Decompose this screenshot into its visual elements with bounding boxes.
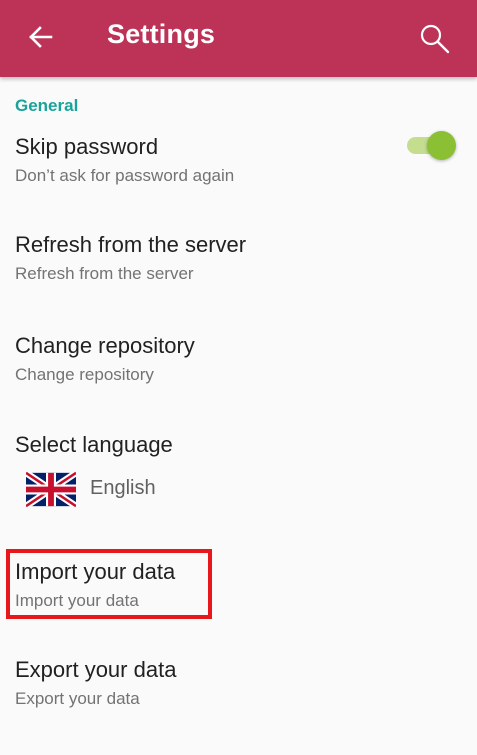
page-title: Settings [107, 19, 216, 49]
pref-export-data[interactable]: Export your data Export your data [0, 657, 477, 717]
pref-language-title: Select language [15, 432, 173, 457]
pref-import-data[interactable]: Import your data Import your data [0, 559, 477, 619]
pref-export-summary: Export your data [15, 689, 140, 708]
search-icon[interactable] [417, 22, 453, 56]
skip-password-toggle[interactable] [405, 130, 459, 160]
pref-change-repository[interactable]: Change repository Change repository [0, 333, 477, 393]
toggle-thumb [427, 131, 456, 160]
pref-export-title: Export your data [15, 657, 177, 682]
pref-refresh-title: Refresh from the server [15, 232, 247, 257]
pref-refresh-server[interactable]: Refresh from the server Refresh from the… [0, 232, 477, 292]
uk-flag-icon [26, 472, 76, 507]
pref-import-title: Import your data [15, 559, 176, 584]
pref-change-repo-summary: Change repository [15, 365, 154, 384]
app-bar: Settings [0, 0, 477, 77]
pref-import-summary: Import your data [15, 591, 139, 610]
arrow-left-icon[interactable] [28, 22, 54, 52]
section-header-general: General [15, 96, 79, 115]
pref-skip-password-title: Skip password [15, 134, 159, 159]
pref-skip-password-summary: Don’t ask for password again [15, 166, 235, 185]
language-value: English [90, 477, 156, 499]
pref-change-repo-title: Change repository [15, 333, 195, 358]
pref-refresh-summary: Refresh from the server [15, 264, 194, 283]
